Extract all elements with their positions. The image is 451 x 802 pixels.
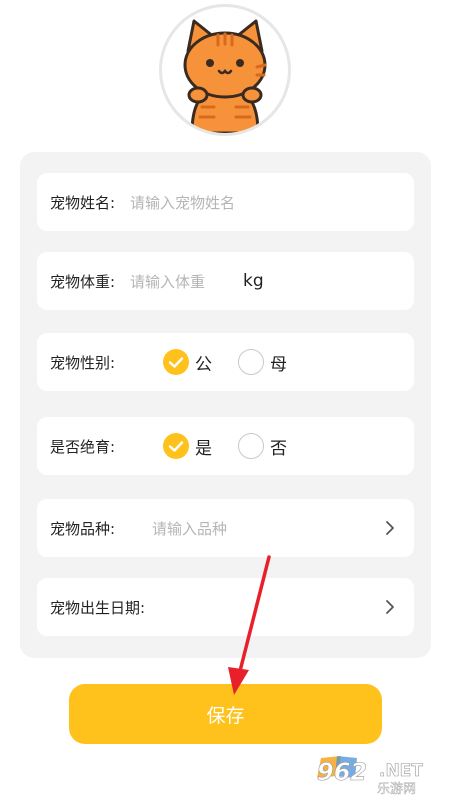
neutered-yes-label[interactable]: 是 xyxy=(195,417,212,475)
neutered-no-radio[interactable] xyxy=(238,433,264,459)
gender-label: 宠物性别: xyxy=(50,353,116,372)
name-input[interactable]: 请输入宠物姓名 xyxy=(130,173,235,231)
birthday-row[interactable]: 宠物出生日期: xyxy=(37,578,414,636)
name-row[interactable]: 宠物姓名: 请输入宠物姓名 xyxy=(37,173,414,231)
gender-female-radio[interactable] xyxy=(238,349,264,375)
neutered-label: 是否绝育: xyxy=(50,437,116,456)
save-button[interactable]: 保存 xyxy=(69,684,382,744)
chevron-right-icon xyxy=(386,521,394,535)
weight-input[interactable]: 请输入体重 xyxy=(130,252,205,310)
check-icon xyxy=(168,441,184,452)
gender-male-radio[interactable] xyxy=(163,349,189,375)
svg-text:乐游网: 乐游网 xyxy=(377,782,416,796)
breed-row[interactable]: 宠物品种: 请输入品种 xyxy=(37,499,414,557)
breed-input[interactable]: 请输入品种 xyxy=(152,499,227,557)
watermark-logo: 962 .NET 乐游网 xyxy=(307,752,445,797)
cat-illustration xyxy=(183,19,267,133)
neutered-row: 是否绝育: 是 否 xyxy=(37,417,414,475)
gender-female-label[interactable]: 母 xyxy=(270,333,287,391)
neutered-no-label[interactable]: 否 xyxy=(270,417,287,475)
weight-unit: kg xyxy=(243,271,264,291)
check-icon xyxy=(168,357,184,368)
birthday-label: 宠物出生日期: xyxy=(50,598,146,617)
svg-text:.NET: .NET xyxy=(379,761,423,781)
weight-row[interactable]: 宠物体重: 请输入体重 kg xyxy=(37,252,414,310)
name-label: 宠物姓名: xyxy=(50,193,116,212)
chevron-right-icon xyxy=(386,600,394,614)
gender-male-label[interactable]: 公 xyxy=(195,333,212,391)
neutered-yes-radio[interactable] xyxy=(163,433,189,459)
svg-text:962: 962 xyxy=(317,758,367,786)
gender-row: 宠物性别: 公 母 xyxy=(37,333,414,391)
weight-label: 宠物体重: xyxy=(50,272,116,291)
breed-label: 宠物品种: xyxy=(50,519,116,538)
pet-avatar[interactable] xyxy=(159,4,291,136)
